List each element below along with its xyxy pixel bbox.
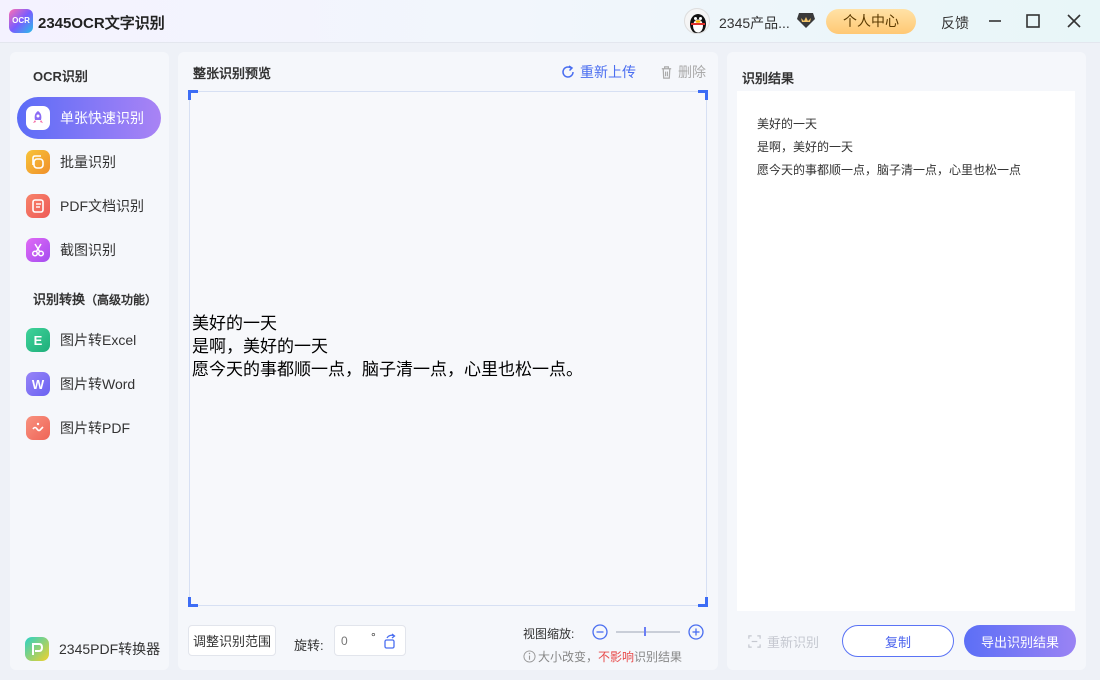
preview-line: 美好的一天 [192, 314, 277, 333]
excel-icon: E [26, 328, 50, 352]
adjust-range-button[interactable]: 调整识别范围 [188, 625, 276, 656]
user-center-button[interactable]: 个人中心 [826, 9, 916, 34]
word-icon: W [26, 372, 50, 396]
preview-title: 整张识别预览 [193, 66, 272, 81]
preview-image-text: 美好的一天 是啊，美好的一天 愿今天的事都顺一点，脑子清一点，心里也松一点。 [192, 312, 583, 381]
re-recognize-label: 重新识别 [767, 635, 820, 650]
degree-symbol: ° [371, 630, 376, 644]
delete-button[interactable]: 删除 [659, 62, 706, 82]
zoom-note-warn: 不影响 [598, 650, 635, 664]
pdf-converter-icon [25, 637, 49, 661]
export-result-button[interactable]: 导出识别结果 [964, 625, 1076, 657]
rotate-label: 旋转: [294, 638, 324, 653]
zoom-out-icon[interactable] [592, 624, 608, 640]
sidebar-item-batch[interactable]: 批量识别 [17, 141, 161, 183]
preview-line: 愿今天的事都顺一点，脑子清一点，心里也松一点。 [192, 360, 583, 379]
sidebar-item-label: 图片转PDF [60, 420, 130, 436]
minimize-icon[interactable] [984, 10, 1006, 32]
sidebar-item-label: 图片转Excel [60, 332, 137, 348]
reupload-button[interactable]: 重新上传 [560, 62, 636, 82]
title-bar: OCR 2345OCR文字识别 2345产品... 个人中心 反馈 [0, 0, 1100, 43]
result-line: 愿今天的事都顺一点，脑子清一点，心里也松一点 [757, 163, 1022, 177]
user-name[interactable]: 2345产品... [719, 13, 790, 33]
sidebar-item-screenshot[interactable]: 截图识别 [17, 229, 161, 271]
rocket-icon [26, 106, 50, 130]
app-title: 2345OCR文字识别 [38, 15, 165, 32]
batch-icon [26, 150, 50, 174]
rotate-input[interactable] [341, 632, 367, 650]
sidebar-item-label: 图片转Word [60, 376, 136, 392]
refresh-icon [562, 65, 574, 78]
zoom-note-prefix: 大小改变， [538, 650, 599, 664]
pdf-converter-label: 2345PDF转换器 [59, 641, 161, 657]
section-convert-sub: （高级功能） [85, 293, 158, 307]
sidebar-item-label: 单张快速识别 [60, 110, 144, 126]
result-panel: 识别结果 美好的一天 是啊，美好的一天 愿今天的事都顺一点，脑子清一点，心里也松… [727, 52, 1086, 670]
sidebar-item-label: 批量识别 [60, 154, 116, 170]
preview-canvas[interactable]: 美好的一天 是啊，美好的一天 愿今天的事都顺一点，脑子清一点，心里也松一点。 [188, 90, 708, 607]
result-text-area[interactable]: 美好的一天 是啊，美好的一天 愿今天的事都顺一点，脑子清一点，心里也松一点 [737, 91, 1075, 611]
crop-corner-top-right[interactable] [698, 90, 708, 100]
result-text: 美好的一天 是啊，美好的一天 愿今天的事都顺一点，脑子清一点，心里也松一点 [757, 113, 1021, 182]
copy-button[interactable]: 复制 [842, 625, 954, 657]
zoom-note: 大小改变， 不影响 识别结果 [523, 648, 682, 665]
preview-line: 是啊，美好的一天 [192, 337, 328, 356]
feedback-link[interactable]: 反馈 [941, 13, 969, 33]
zoom-slider-track[interactable] [616, 631, 680, 633]
pdf-icon [26, 416, 50, 440]
sidebar-item-label: PDF文档识别 [60, 198, 144, 214]
delete-label: 删除 [678, 64, 706, 80]
sidebar-item-img-pdf[interactable]: 图片转PDF [17, 407, 161, 449]
result-title: 识别结果 [742, 71, 795, 86]
zoom-slider-thumb[interactable] [643, 627, 646, 636]
rotate-field: ° [334, 625, 406, 656]
crop-corner-bottom-left[interactable] [188, 597, 198, 607]
vip-crown-icon [797, 13, 815, 28]
info-icon [523, 650, 536, 663]
sidebar-item-pdf-doc[interactable]: PDF文档识别 [17, 185, 161, 227]
zoom-note-suffix: 识别结果 [634, 650, 683, 664]
pdf-converter-link[interactable]: 2345PDF转换器 [25, 637, 160, 661]
sidebar-item-label: 截图识别 [60, 242, 116, 258]
crop-corner-top-left[interactable] [188, 90, 198, 100]
preview-panel: 整张识别预览 重新上传 删除 美好的一天 是啊，美好的一天 愿今天的事都顺一点，… [178, 52, 718, 670]
sidebar-section-ocr: OCR识别 [33, 69, 88, 84]
maximize-icon[interactable] [1022, 10, 1044, 32]
reupload-label: 重新上传 [580, 64, 636, 80]
user-avatar[interactable] [684, 8, 710, 34]
penguin-avatar-icon [690, 14, 706, 33]
re-recognize-button[interactable]: 重新识别 [747, 632, 819, 651]
zoom-label: 视图缩放: [523, 627, 575, 641]
close-icon[interactable] [1063, 10, 1085, 32]
app-logo-icon: OCR [9, 9, 33, 33]
section-convert-label: 识别转换 [33, 292, 86, 307]
scan-icon [748, 635, 761, 648]
sidebar-item-img-word[interactable]: W 图片转Word [17, 363, 161, 405]
scissors-icon [26, 238, 50, 262]
zoom-in-icon[interactable] [688, 624, 704, 640]
result-line: 是啊，美好的一天 [757, 140, 854, 154]
rotate-icon[interactable] [381, 632, 399, 650]
result-line: 美好的一天 [757, 117, 818, 131]
pdf-doc-icon [26, 194, 50, 218]
sidebar-item-single-quick[interactable]: 单张快速识别 [17, 97, 161, 139]
crop-corner-bottom-right[interactable] [698, 597, 708, 607]
sidebar-item-img-excel[interactable]: E 图片转Excel [17, 319, 161, 361]
trash-icon [661, 65, 672, 79]
sidebar: OCR识别 单张快速识别 批量识别 PDF文档识别 截图识别 识别转换（高级功能… [10, 52, 169, 670]
sidebar-section-convert: 识别转换（高级功能） [33, 289, 157, 308]
